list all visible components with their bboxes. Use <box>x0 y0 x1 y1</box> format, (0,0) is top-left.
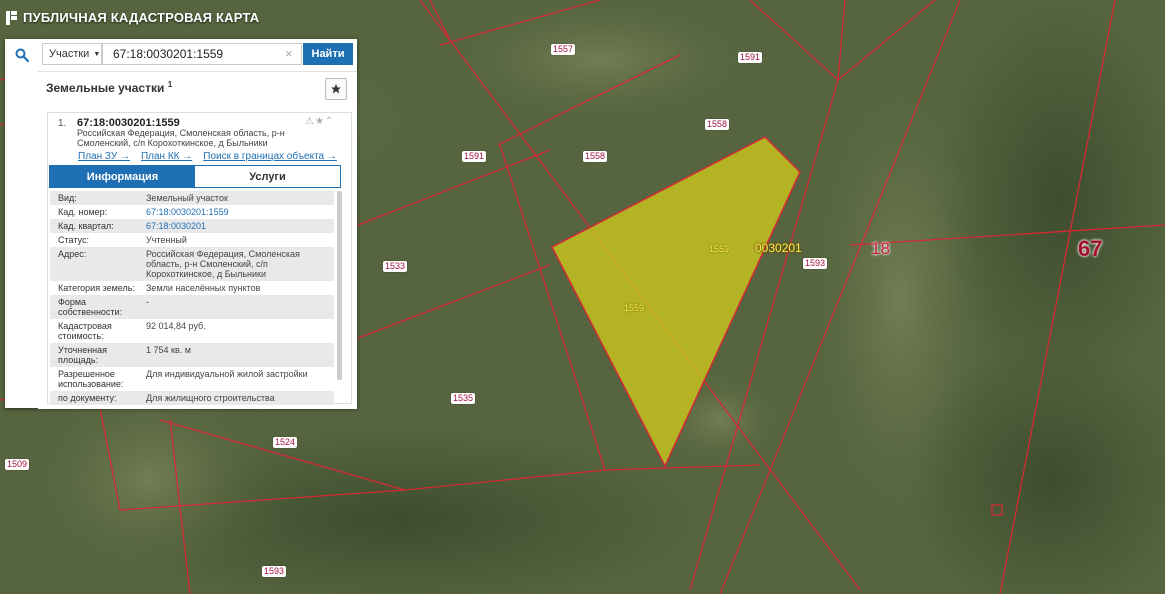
logo-icon <box>6 10 17 25</box>
info-key: Кад. квартал: <box>58 221 114 231</box>
caret-down-icon: ▼ <box>93 50 101 58</box>
plan-zu-link[interactable]: План ЗУ → <box>78 151 130 162</box>
info-value: Учтенный <box>146 235 187 245</box>
plot-label[interactable]: 1591 <box>738 52 763 63</box>
search-toggle-button[interactable] <box>5 39 38 71</box>
plot-label[interactable]: 1591 <box>462 151 487 162</box>
info-key: Кад. номер: <box>58 207 108 217</box>
star-icon <box>331 84 341 94</box>
info-row: Разрешенное использование: Для индивидуал… <box>50 367 334 391</box>
search-input[interactable] <box>102 43 302 65</box>
result-index: 1. <box>58 118 67 129</box>
search-panel: Участки ▼ × Найти Земельные участки 1 1.… <box>5 39 357 409</box>
search-within-link[interactable]: Поиск в границах объекта → <box>203 151 337 162</box>
result-links: План ЗУ → План КК → Поиск в границах объ… <box>78 151 337 162</box>
plot-label[interactable]: 1533 <box>383 261 408 272</box>
info-table: Вид: Земельный участок Кад. номер: 67:18:00… <box>50 191 334 405</box>
tab-services[interactable]: Услуги <box>195 166 340 187</box>
info-row: Форма собственности: - <box>50 295 334 319</box>
plot-label[interactable]: 1524 <box>273 437 298 448</box>
favorite-button[interactable] <box>325 78 347 100</box>
result-tabs: Информация Услуги <box>49 165 341 188</box>
plot-label[interactable]: 1535 <box>451 393 476 404</box>
info-row: Кадастровая стоимость: 92 014,84 руб. <box>50 319 334 343</box>
quarter-label: 0030201 <box>755 241 802 255</box>
result-item[interactable]: 1. 67:18:0030201:1559 Российская Федерац… <box>47 112 352 405</box>
selected-plot-label[interactable]: 1559 <box>622 303 646 314</box>
result-actions: ⚠ ★ ⌃ <box>305 116 333 127</box>
info-row: Кад. номер: 67:18:0030201:1559 <box>50 205 334 219</box>
info-value[interactable]: 67:18:0030201 <box>146 221 334 231</box>
chevron-up-icon[interactable]: ⌃ <box>325 116 333 127</box>
plot-label[interactable]: 1509 <box>5 459 30 470</box>
info-value: Земельный участок <box>146 193 228 203</box>
info-row: Кад. квартал: 67:18:0030201 <box>50 219 334 233</box>
results-panel: Земельные участки 1 1. 67:18:0030201:155… <box>38 71 357 409</box>
district-label: 18 <box>871 239 890 258</box>
info-value: Российская Федерация, Смоленская область… <box>146 249 300 279</box>
info-key: по документу: <box>58 393 117 403</box>
tab-info[interactable]: Информация <box>50 166 195 187</box>
info-key: Уточненная площадь: <box>58 345 108 365</box>
search-bar: Участки ▼ × Найти <box>5 39 357 71</box>
info-key: Форма собственности: <box>58 297 123 317</box>
info-scrollbar[interactable] <box>337 191 342 380</box>
selected-plot-label[interactable]: 1559 <box>707 244 731 255</box>
info-value: - <box>146 297 149 307</box>
info-row: по документу: Для жилищного строительства <box>50 391 334 405</box>
info-key: Статус: <box>58 235 89 245</box>
plot-label[interactable]: 1557 <box>551 44 576 55</box>
region-label: 67 <box>1078 236 1103 261</box>
app-title[interactable]: ПУБЛИЧНАЯ КАДАСТРОВАЯ КАРТА <box>6 10 259 25</box>
warning-icon[interactable]: ⚠ <box>305 116 314 127</box>
plot-label[interactable]: 1558 <box>583 151 608 162</box>
plot-label[interactable]: 1558 <box>705 119 730 130</box>
results-section-title: Земельные участки 1 <box>46 80 172 95</box>
search-type-label: Участки <box>49 48 90 60</box>
info-key: Кадастровая стоимость: <box>58 321 112 341</box>
results-title-text: Земельные участки <box>46 81 165 95</box>
info-key: Адрес: <box>58 249 87 259</box>
info-value: 1 754 кв. м <box>146 345 191 355</box>
star-outline-icon[interactable]: ★ <box>315 116 324 127</box>
info-value: Для индивидуальной жилой застройки <box>146 369 308 379</box>
info-value[interactable]: 67:18:0030201:1559 <box>146 207 334 217</box>
plan-kk-link[interactable]: План КК → <box>141 151 192 162</box>
find-button[interactable]: Найти <box>303 43 353 65</box>
info-value: 92 014,84 руб. <box>146 321 206 331</box>
info-row: Адрес: Российская Федерация, Смоленская о… <box>50 247 334 281</box>
info-row: Категория земель: Земли населённых пункто… <box>50 281 334 295</box>
info-value: Для жилищного строительства <box>146 393 275 403</box>
result-address: Российская Федерация, Смоленская область… <box>77 128 285 148</box>
info-key: Разрешенное использование: <box>58 369 124 389</box>
clear-icon[interactable]: × <box>285 47 293 60</box>
info-key: Категория земель: <box>58 283 135 293</box>
results-count: 1 <box>167 80 173 89</box>
info-row: Вид: Земельный участок <box>50 191 334 205</box>
info-key: Вид: <box>58 193 77 203</box>
plot-label[interactable]: 1593 <box>262 566 287 577</box>
search-icon <box>15 48 29 62</box>
plot-label[interactable]: 1593 <box>803 258 828 269</box>
search-type-select[interactable]: Участки ▼ <box>42 43 102 65</box>
info-value: Земли населённых пунктов <box>146 283 261 293</box>
app-title-text: ПУБЛИЧНАЯ КАДАСТРОВАЯ КАРТА <box>23 10 260 25</box>
info-row: Уточненная площадь: 1 754 кв. м <box>50 343 334 367</box>
info-row: Статус: Учтенный <box>50 233 334 247</box>
